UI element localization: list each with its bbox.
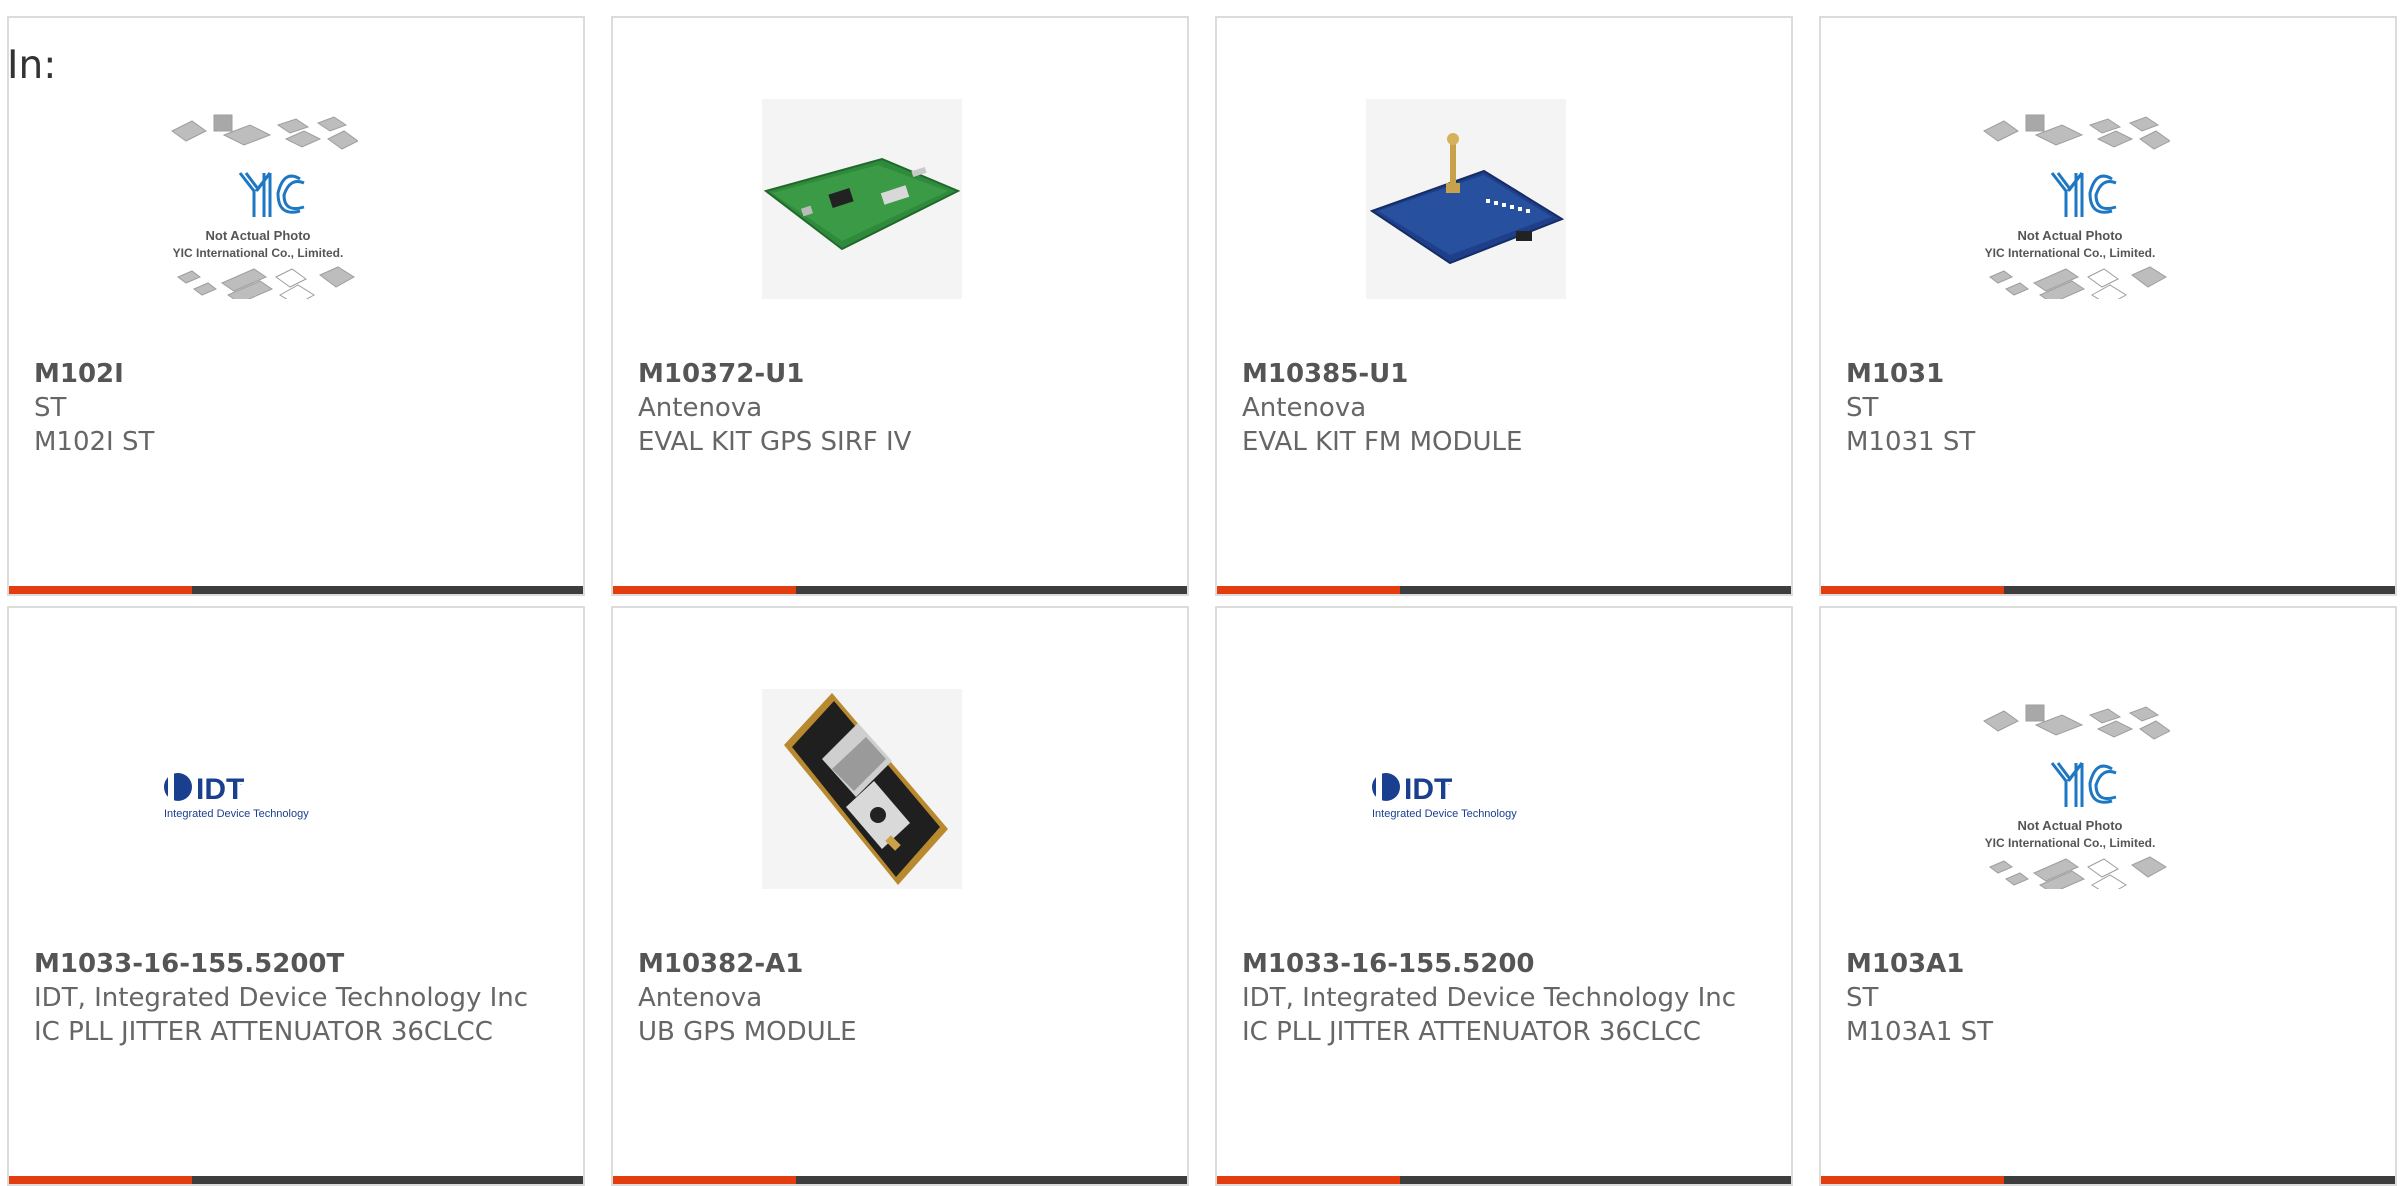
- manufacturer: Antenova: [638, 393, 763, 423]
- product-image: Not Actual Photo YIC International Co., …: [158, 99, 359, 306]
- product-card[interactable]: IDT . Integrated Device Technology M1033…: [7, 606, 585, 1186]
- card-bar-accent: [613, 1176, 796, 1184]
- card-bar: [613, 586, 1187, 594]
- part-number[interactable]: M1033-16-155.5200: [1242, 947, 1771, 981]
- description: M103A1 ST: [1846, 1017, 1994, 1047]
- part-number[interactable]: M102I: [34, 357, 563, 391]
- manufacturer: ST: [1846, 983, 1879, 1013]
- card-bar-accent: [1217, 586, 1400, 594]
- card-bar: [1217, 1176, 1791, 1184]
- description: M102I ST: [34, 427, 155, 457]
- description: EVAL KIT GPS SIRF IV: [638, 427, 912, 457]
- svg-text:YIC International Co., Limited: YIC International Co., Limited.: [1985, 836, 2156, 850]
- svg-text:IDT: IDT: [1404, 773, 1452, 806]
- page-label: In:: [7, 43, 57, 88]
- card-bar-accent: [9, 1176, 192, 1184]
- manufacturer: IDT, Integrated Device Technology Inc: [1242, 983, 1737, 1013]
- part-number[interactable]: M1033-16-155.5200T: [34, 947, 563, 981]
- product-card[interactable]: M10372-U1 Antenova EVAL KIT GPS SIRF IV: [611, 16, 1189, 596]
- svg-text:Integrated Device Technology: Integrated Device Technology: [1372, 808, 1517, 820]
- svg-text:YIC International Co., Limited: YIC International Co., Limited.: [1985, 246, 2156, 260]
- part-number[interactable]: M10372-U1: [638, 357, 1167, 391]
- description: UB GPS MODULE: [638, 1017, 857, 1047]
- part-number[interactable]: M1031: [1846, 357, 2375, 391]
- svg-text:.: .: [1448, 780, 1450, 787]
- svg-text:Integrated Device Technology: Integrated Device Technology: [164, 808, 309, 820]
- product-card[interactable]: Not Actual Photo YIC International Co., …: [1819, 16, 2397, 596]
- card-bar: [9, 1176, 583, 1184]
- svg-text:.: .: [240, 780, 242, 787]
- card-bar-accent: [613, 586, 796, 594]
- card-bar-accent: [1217, 1176, 1400, 1184]
- product-image: IDT . Integrated Device Technology: [158, 689, 358, 889]
- card-bar: [1821, 586, 2395, 594]
- card-bar: [1217, 586, 1791, 594]
- part-number[interactable]: M103A1: [1846, 947, 2375, 981]
- svg-text:Not Actual Photo: Not Actual Photo: [2018, 228, 2123, 243]
- card-bar-accent: [1821, 1176, 2004, 1184]
- product-image: Not Actual Photo YIC International Co., …: [1970, 689, 2171, 896]
- manufacturer: Antenova: [638, 983, 763, 1013]
- description: EVAL KIT FM MODULE: [1242, 427, 1523, 457]
- manufacturer: ST: [1846, 393, 1879, 423]
- description: IC PLL JITTER ATTENUATOR 36CLCC: [34, 1017, 493, 1047]
- product-image: [762, 689, 962, 889]
- svg-text:YIC International Co., Limited: YIC International Co., Limited.: [173, 246, 344, 260]
- part-number[interactable]: M10382-A1: [638, 947, 1167, 981]
- description: IC PLL JITTER ATTENUATOR 36CLCC: [1242, 1017, 1701, 1047]
- manufacturer: IDT, Integrated Device Technology Inc: [34, 983, 529, 1013]
- product-card[interactable]: M10382-A1 Antenova UB GPS MODULE: [611, 606, 1189, 1186]
- manufacturer: ST: [34, 393, 67, 423]
- svg-text:Not Actual Photo: Not Actual Photo: [2018, 818, 2123, 833]
- product-image: [762, 99, 962, 299]
- product-image: Not Actual Photo YIC International Co., …: [1970, 99, 2171, 306]
- product-card[interactable]: Not Actual Photo YIC International Co., …: [7, 16, 585, 596]
- card-bar: [1821, 1176, 2395, 1184]
- product-card[interactable]: IDT . Integrated Device Technology M1033…: [1215, 606, 1793, 1186]
- manufacturer: Antenova: [1242, 393, 1367, 423]
- product-card[interactable]: Not Actual Photo YIC International Co., …: [1819, 606, 2397, 1186]
- description: M1031 ST: [1846, 427, 1976, 457]
- svg-text:IDT: IDT: [196, 773, 244, 806]
- card-bar: [613, 1176, 1187, 1184]
- part-number[interactable]: M10385-U1: [1242, 357, 1771, 391]
- card-bar-accent: [1821, 586, 2004, 594]
- product-image: IDT . Integrated Device Technology: [1366, 689, 1566, 889]
- product-image: [1366, 99, 1566, 299]
- svg-text:Not Actual Photo: Not Actual Photo: [206, 228, 311, 243]
- card-bar: [9, 586, 583, 594]
- card-bar-accent: [9, 586, 192, 594]
- product-card[interactable]: M10385-U1 Antenova EVAL KIT FM MODULE: [1215, 16, 1793, 596]
